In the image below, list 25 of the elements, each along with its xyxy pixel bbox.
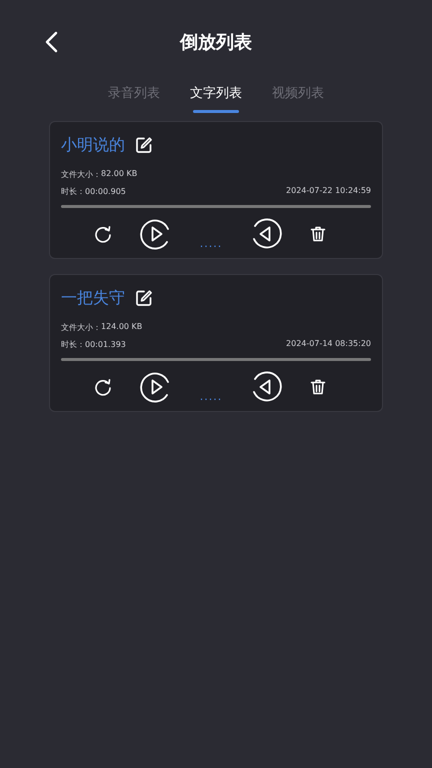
date: 2024-07-22 10:24:59 (286, 186, 371, 197)
tab[interactable]: 文字列表 (190, 84, 242, 114)
size-label: 文件大小： (61, 169, 101, 180)
tab[interactable]: 视频列表 (272, 84, 324, 114)
back-icon[interactable] (44, 31, 58, 53)
duration-label: 时长： (61, 187, 85, 196)
dots-text: ..... (200, 237, 222, 250)
edit-icon[interactable] (135, 136, 153, 154)
date: 2024-07-14 08:35:20 (286, 339, 371, 350)
edit-icon[interactable] (135, 289, 153, 307)
file-size: 124.00 KB (101, 322, 142, 333)
duration: 00:01.393 (85, 340, 126, 349)
duration: 00:00.905 (85, 187, 126, 196)
trash-icon[interactable] (308, 225, 327, 243)
redo-icon[interactable] (93, 377, 113, 397)
size-label: 文件大小： (61, 322, 101, 333)
file-size: 82.00 KB (101, 169, 138, 180)
page-title: 倒放列表 (180, 31, 252, 54)
dots-text: ..... (200, 390, 222, 403)
redo-icon[interactable] (93, 224, 113, 244)
duration-label: 时长： (61, 340, 85, 349)
trash-icon[interactable] (308, 378, 327, 396)
recording-name: 小明说的 (61, 134, 125, 156)
tab[interactable]: 录音列表 (108, 84, 160, 114)
recording-name: 一把失守 (61, 288, 125, 308)
